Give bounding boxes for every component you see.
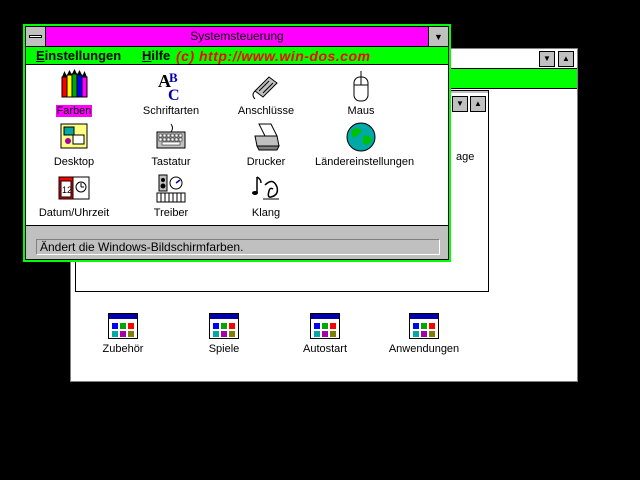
window-title: Systemsteuerung — [190, 29, 284, 43]
cp-item-klang[interactable]: Klang — [219, 171, 313, 219]
control-panel-frame: Systemsteuerung ▼ Einstellungen Hilfe (c… — [25, 26, 449, 260]
brand-watermark: (c) http://www.win-dos.com — [176, 48, 371, 64]
control-panel-window: Systemsteuerung ▼ Einstellungen Hilfe (c… — [23, 24, 451, 262]
cp-item-drucker[interactable]: Drucker — [219, 120, 313, 168]
cp-item-schriftarten[interactable]: A B C Schriftarten — [124, 69, 218, 117]
cp-item-label: Drucker — [246, 156, 286, 168]
system-menu-button[interactable] — [26, 27, 46, 46]
cp-item-datum-uhrzeit[interactable]: 12 Datum/Uhrzeit — [27, 171, 121, 219]
group-partial-label: age — [456, 151, 475, 163]
program-group-label: Zubehör — [102, 343, 144, 355]
cp-item-treiber[interactable]: Treiber — [124, 171, 218, 219]
globe-icon — [314, 120, 408, 154]
program-group-icon — [108, 313, 138, 339]
cp-item-maus[interactable]: Maus — [314, 69, 408, 117]
maximize-button[interactable]: ▲ — [558, 51, 574, 67]
menu-einstellungen[interactable]: Einstellungen — [36, 48, 121, 63]
desktop-icon — [27, 120, 121, 154]
group-maximize-button[interactable]: ▲ — [470, 96, 486, 112]
cp-item-label: Tastatur — [151, 156, 191, 168]
calendar-clock-icon: 12 — [27, 171, 121, 205]
svg-text:B: B — [169, 70, 178, 85]
ports-icon — [219, 69, 313, 103]
control-panel-icons-area: Farben A B C Schriftarten Anschlüsse Mau… — [26, 65, 448, 225]
cp-item-tastatur[interactable]: Tastatur — [124, 120, 218, 168]
control-panel-titlebar[interactable]: Systemsteuerung ▼ — [26, 27, 448, 47]
program-group-label: Anwendungen — [388, 343, 460, 355]
program-group-icon — [209, 313, 239, 339]
program-group-anwendungen[interactable]: Anwendungen — [384, 313, 464, 365]
menu-hilfe[interactable]: Hilfe — [142, 48, 170, 63]
cp-item-label: Desktop — [53, 156, 95, 168]
svg-text:C: C — [168, 87, 180, 103]
svg-text:12: 12 — [62, 185, 72, 195]
drivers-icon — [124, 171, 218, 205]
system-menu-bar-icon — [29, 35, 42, 38]
cp-item-label: Anschlüsse — [237, 105, 295, 117]
cp-item-anschluesse[interactable]: Anschlüsse — [219, 69, 313, 117]
cp-item-label: Schriftarten — [142, 105, 200, 117]
color-pencils-icon — [27, 69, 121, 103]
cp-item-label: Klang — [251, 207, 281, 219]
cp-item-label: Datum/Uhrzeit — [38, 207, 110, 219]
status-text: Ändert die Windows-Bildschirmfarben. — [36, 239, 440, 255]
group-minimize-button[interactable]: ▼ — [452, 96, 468, 112]
cp-item-label: Farben — [55, 105, 93, 117]
cp-item-laendereinstellungen[interactable]: Ländereinstellungen — [314, 120, 414, 168]
program-group-zubehoer[interactable]: Zubehör — [83, 313, 163, 365]
cp-item-label: Maus — [347, 105, 375, 117]
sound-icon — [219, 171, 313, 205]
fonts-icon: A B C — [124, 69, 218, 103]
mouse-icon — [314, 69, 408, 103]
program-group-label: Spiele — [208, 343, 240, 355]
control-panel-menubar: Einstellungen Hilfe (c) http://www.win-d… — [26, 47, 448, 65]
status-bar: Ändert die Windows-Bildschirmfarben. — [26, 225, 448, 259]
cp-item-label: Treiber — [153, 207, 189, 219]
program-group-spiele[interactable]: Spiele — [184, 313, 264, 365]
program-group-icon — [310, 313, 340, 339]
program-group-autostart[interactable]: Autostart — [285, 313, 365, 365]
printer-icon — [219, 120, 313, 154]
program-group-label: Autostart — [302, 343, 348, 355]
program-group-icon — [409, 313, 439, 339]
cp-item-label: Ländereinstellungen — [315, 156, 415, 168]
arrow-down-icon: ▼ — [434, 31, 443, 42]
cp-item-farben[interactable]: Farben — [27, 69, 121, 117]
keyboard-icon — [124, 120, 218, 154]
minimize-button[interactable]: ▼ — [428, 27, 448, 46]
minimize-button[interactable]: ▼ — [539, 51, 555, 67]
cp-item-desktop[interactable]: Desktop — [27, 120, 121, 168]
